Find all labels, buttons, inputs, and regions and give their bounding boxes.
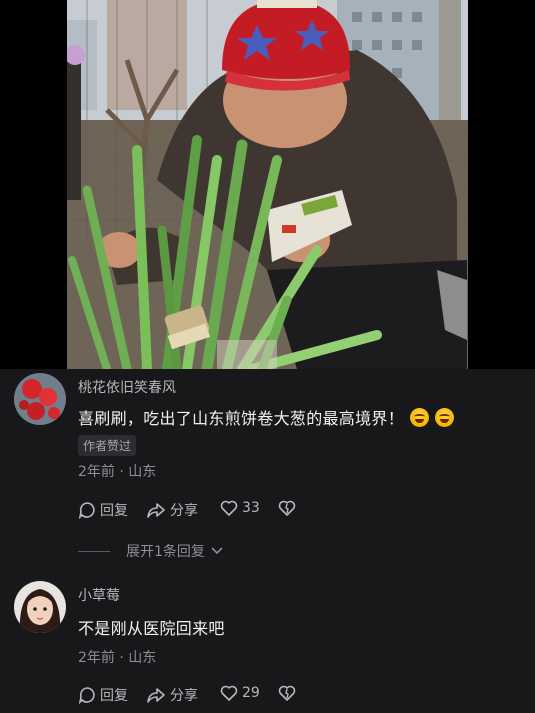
comment-meta: 2年前 · 山东 [78,650,157,666]
share-label: 分享 [170,503,198,519]
dislike-button[interactable] [278,685,296,701]
video-frame[interactable] [67,0,468,369]
divider-line [78,550,110,552]
comment-actions: 回复 分享 29 [78,685,318,707]
like-count: 29 [242,685,260,701]
heart-icon [220,685,238,701]
reply-label: 回复 [100,688,128,704]
comment-actions: 回复 分享 33 [78,500,318,522]
girl-portrait-avatar-image [14,581,66,633]
like-button[interactable]: 33 [220,500,260,516]
expand-replies-button[interactable]: 展开1条回复 [78,541,223,561]
laughing-tears-emoji-icon [410,408,430,427]
dislike-button[interactable] [278,500,296,516]
reply-button[interactable]: 回复 [78,500,128,520]
comment-text: 喜刷刷，吃出了山东煎饼卷大葱的最高境界！ [78,405,455,429]
red-flowers-avatar-image [14,373,66,425]
share-icon [147,688,165,703]
share-icon [147,503,165,518]
broken-heart-icon [278,500,296,516]
reply-label: 回复 [100,503,128,519]
video-area[interactable] [0,0,535,369]
video-scene-image [67,0,468,369]
comment-list: 桃花依旧笑春风 喜刷刷，吃出了山东煎饼卷大葱的最高境界！ 作者赞过 2年前 · … [0,369,535,713]
share-button[interactable]: 分享 [146,500,198,520]
like-button[interactable]: 29 [220,685,260,701]
reply-button[interactable]: 回复 [78,685,128,705]
like-count: 33 [242,500,260,516]
laughing-tears-emoji-icon [435,408,455,427]
girl-portrait-avatar[interactable] [14,581,66,633]
reply-icon [78,687,95,704]
chevron-down-icon [211,547,223,555]
comment-text-content: 喜刷刷，吃出了山东煎饼卷大葱的最高境界！ [78,409,405,428]
author-liked-badge: 作者赞过 [78,435,137,456]
share-button[interactable]: 分享 [146,685,198,705]
expand-replies-label: 展开1条回复 [126,544,205,560]
reply-icon [78,502,95,519]
heart-icon [220,500,238,516]
comment-username[interactable]: 小草莓 [78,585,120,605]
comment-username[interactable]: 桃花依旧笑春风 [78,377,176,397]
comment-meta: 2年前 · 山东 [78,464,157,480]
comment-text: 不是刚从医院回来吧 [78,619,225,638]
broken-heart-icon [278,685,296,701]
comment-item: 桃花依旧笑春风 喜刷刷，吃出了山东煎饼卷大葱的最高境界！ 作者赞过 2年前 · … [0,369,535,529]
share-label: 分享 [170,688,198,704]
red-flowers-avatar[interactable] [14,373,66,425]
comment-item: 小草莓 不是刚从医院回来吧 2年前 · 山东 回复 分享 29 [0,575,535,713]
